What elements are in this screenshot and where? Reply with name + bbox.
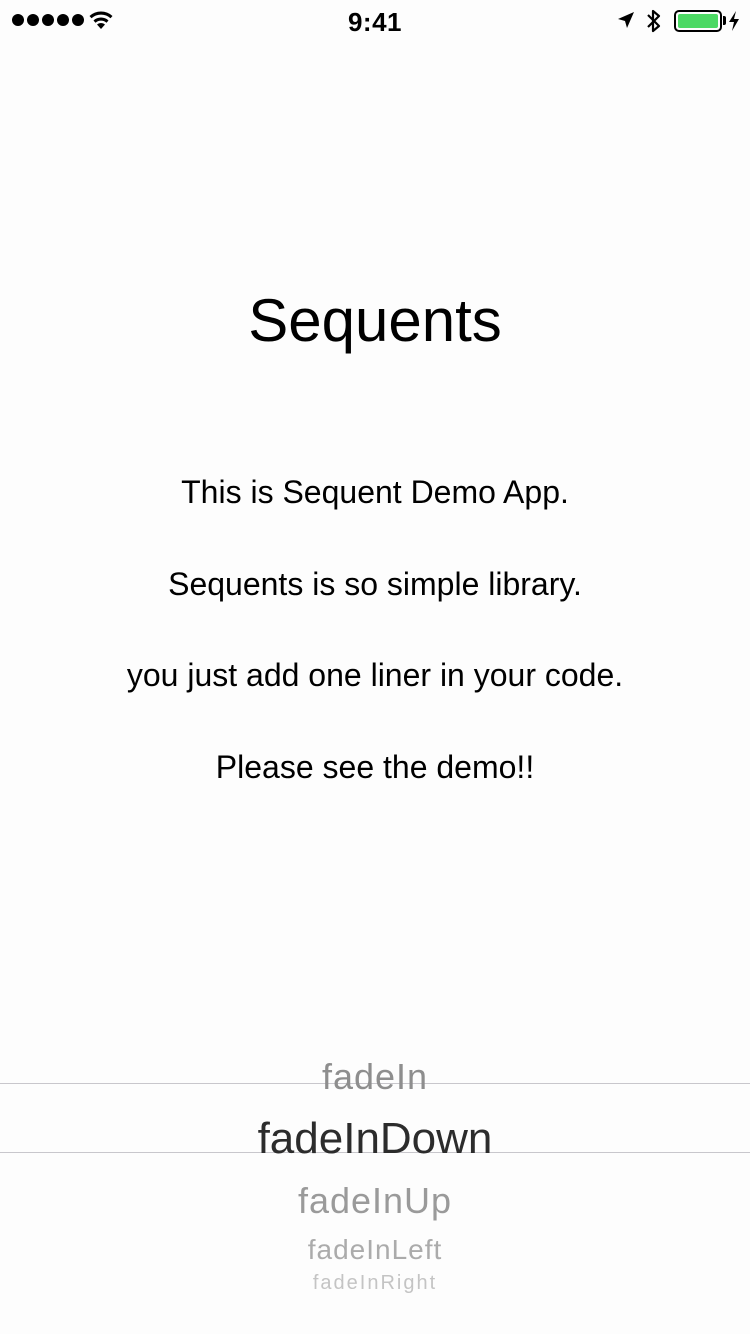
charging-icon [729, 11, 739, 31]
status-time: 9:41 [347, 7, 403, 37]
description-line: This is Sequent Demo App. [181, 474, 569, 510]
description-line: you just add one liner in your code. [126, 657, 624, 693]
battery-fill [678, 14, 718, 28]
description-line: Please see the demo!! [215, 749, 535, 785]
picker-item-fadein[interactable]: fadeIn [0, 1056, 750, 1098]
picker-item-fadeindown-selected[interactable]: fadeInDown [0, 1114, 750, 1164]
battery-icon [674, 10, 722, 32]
picker-item-fadeinup[interactable]: fadeInUp [0, 1180, 750, 1222]
status-bar: 9:41 [0, 0, 750, 42]
battery-tip [723, 16, 726, 25]
page-title: Sequents [248, 287, 502, 354]
picker-item-fadeinright[interactable]: fadeInRight [0, 1272, 750, 1295]
animation-picker[interactable]: fadeIn fadeInDown fadeInUp fadeInLeft fa… [0, 1040, 750, 1334]
picker-item-fadeinleft[interactable]: fadeInLeft [0, 1234, 750, 1266]
bluetooth-icon [647, 9, 661, 33]
description-line: Sequents is so simple library. [168, 566, 582, 602]
location-icon [618, 12, 634, 28]
